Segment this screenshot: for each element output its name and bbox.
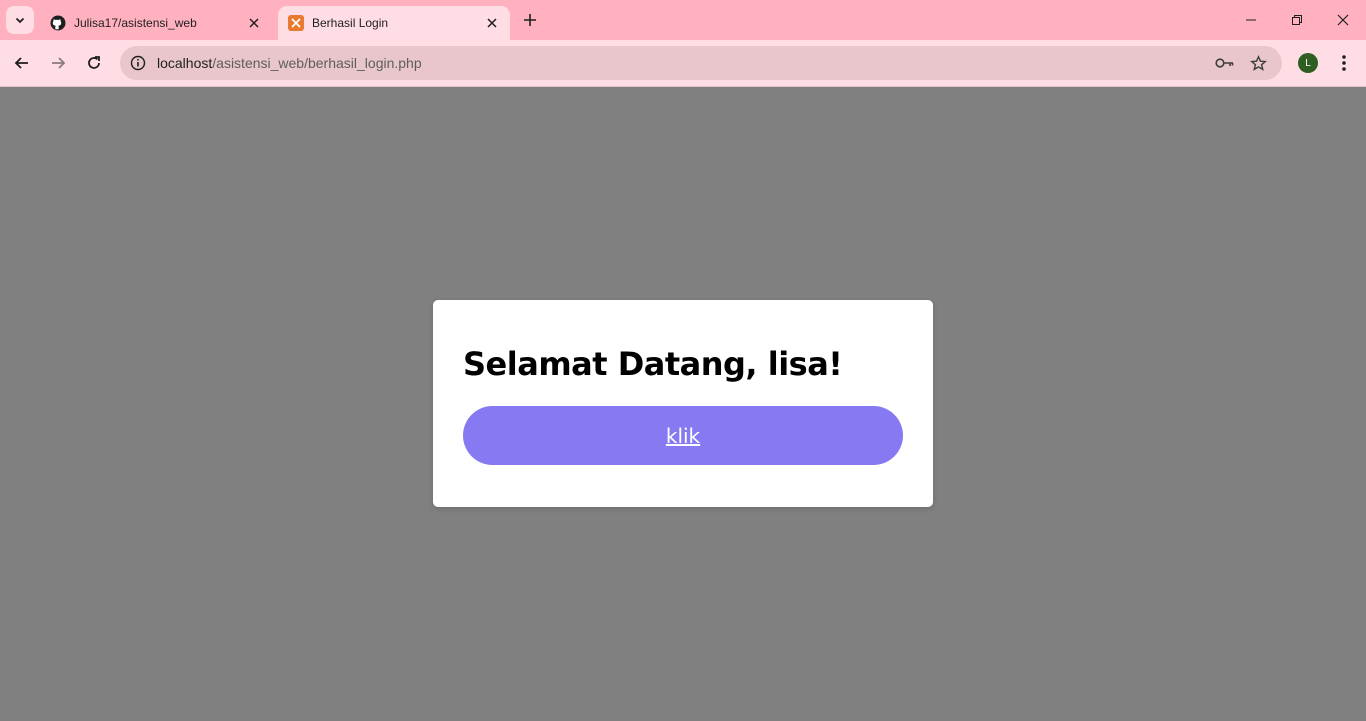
- close-icon[interactable]: [246, 15, 262, 31]
- url-text[interactable]: localhost/asistensi_web/berhasil_login.p…: [157, 55, 422, 71]
- url-path: /asistensi_web/berhasil_login.php: [212, 55, 422, 71]
- star-icon[interactable]: [1246, 51, 1270, 75]
- welcome-card: Selamat Datang, lisa! klik: [433, 300, 933, 507]
- reload-button[interactable]: [78, 47, 110, 79]
- restore-icon: [1292, 15, 1302, 25]
- site-info-icon[interactable]: [126, 51, 150, 75]
- more-vert-icon: [1342, 55, 1346, 71]
- close-icon[interactable]: [484, 15, 500, 31]
- tab-strip: Julisa17/asistensi_web Berhasil Login: [0, 0, 1366, 40]
- url-host: localhost: [157, 55, 213, 71]
- arrow-left-icon: [14, 57, 28, 69]
- close-window-button[interactable]: [1320, 0, 1366, 40]
- github-icon: [50, 15, 66, 31]
- welcome-heading: Selamat Datang, lisa!: [463, 345, 843, 383]
- klik-button[interactable]: klik: [463, 406, 903, 465]
- new-tab-button[interactable]: [518, 8, 542, 32]
- address-bar[interactable]: localhost/asistensi_web/berhasil_login.p…: [120, 46, 1282, 80]
- tab-github[interactable]: Julisa17/asistensi_web: [40, 6, 272, 40]
- menu-button[interactable]: [1332, 51, 1356, 75]
- browser-toolbar: localhost/asistensi_web/berhasil_login.p…: [0, 40, 1366, 87]
- tab-berhasil-login[interactable]: Berhasil Login: [278, 6, 510, 40]
- xampp-icon: [288, 15, 304, 31]
- forward-button[interactable]: [42, 47, 74, 79]
- tab-search-button[interactable]: [6, 6, 34, 34]
- profile-avatar[interactable]: L: [1298, 53, 1318, 73]
- tab-title: Berhasil Login: [312, 16, 389, 30]
- key-icon[interactable]: [1213, 51, 1237, 75]
- page-viewport: Selamat Datang, lisa! klik: [0, 87, 1366, 721]
- restore-button[interactable]: [1274, 0, 1320, 40]
- plus-icon: [524, 14, 536, 26]
- minimize-button[interactable]: [1228, 0, 1274, 40]
- minimize-icon: [1246, 19, 1256, 21]
- chevron-down-icon: [15, 17, 25, 24]
- back-button[interactable]: [6, 47, 38, 79]
- reload-icon: [88, 56, 100, 69]
- close-icon: [1337, 14, 1349, 26]
- tab-title: Julisa17/asistensi_web: [74, 16, 197, 30]
- arrow-right-icon: [52, 57, 66, 69]
